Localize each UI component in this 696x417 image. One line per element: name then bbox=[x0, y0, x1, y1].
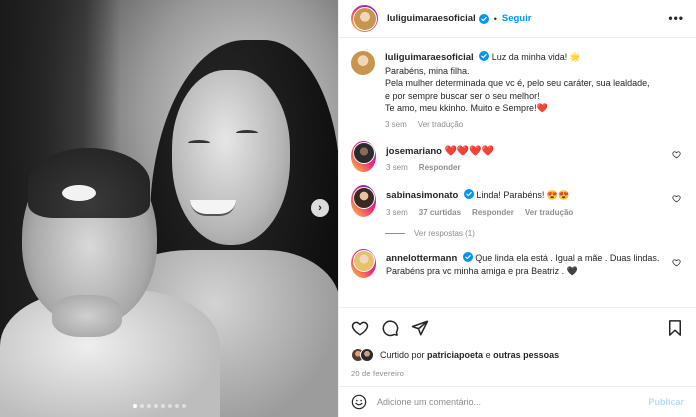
comment: josemariano ❤️❤️❤️❤️ 3 sem Responder bbox=[351, 140, 684, 172]
heart-icon[interactable] bbox=[672, 150, 681, 159]
verified-icon bbox=[478, 13, 489, 24]
verified-icon bbox=[463, 189, 474, 199]
carousel-dot bbox=[154, 404, 158, 408]
comment-likes[interactable]: 37 curtidas bbox=[419, 208, 461, 217]
carousel-dot bbox=[168, 404, 172, 408]
author-avatar-ring[interactable] bbox=[351, 5, 378, 32]
post-date[interactable]: 20 de fevereiro bbox=[351, 369, 684, 378]
reply-button[interactable]: Responder bbox=[419, 163, 461, 172]
verified-icon bbox=[462, 251, 473, 262]
see-translation-link[interactable]: Ver tradução bbox=[525, 208, 573, 217]
author-username[interactable]: luliguimaraesoficial bbox=[387, 13, 476, 24]
avatar[interactable] bbox=[352, 6, 377, 31]
liked-by-others[interactable]: outras pessoas bbox=[493, 350, 559, 360]
carousel-dot bbox=[140, 404, 144, 408]
photo-woman-face bbox=[172, 70, 290, 245]
comment-text: Linda! Parabéns! 😍😍 bbox=[476, 190, 570, 200]
heart-icon[interactable] bbox=[672, 194, 681, 203]
comment: annelottermann Que linda ela está . Igua… bbox=[351, 248, 684, 278]
carousel-dot bbox=[147, 404, 151, 408]
photo-baby-bow bbox=[62, 185, 96, 201]
carousel-dots bbox=[133, 404, 186, 408]
carousel-dot bbox=[161, 404, 165, 408]
caption-line: Parabéns, mina filha. bbox=[385, 65, 470, 76]
caption-line: Pela mulher determinada que vc é, pelo s… bbox=[385, 78, 650, 88]
carousel-dot bbox=[175, 404, 179, 408]
comment-text: ❤️❤️❤️❤️ bbox=[444, 145, 495, 157]
bookmark-icon[interactable] bbox=[666, 319, 684, 337]
post-header: luliguimaraesoficial • Seguir ••• bbox=[339, 0, 696, 38]
comment-icon[interactable] bbox=[381, 319, 399, 337]
see-translation-link[interactable]: Ver tradução bbox=[418, 120, 463, 129]
liked-by: Curtido por patriciapoeta e outras pesso… bbox=[351, 348, 684, 362]
carousel-dot bbox=[182, 404, 186, 408]
divider bbox=[385, 232, 405, 234]
verified-icon bbox=[479, 51, 490, 61]
publish-button[interactable]: Publicar bbox=[648, 397, 684, 407]
more-options-icon[interactable]: ••• bbox=[668, 12, 684, 24]
heart-icon[interactable] bbox=[351, 319, 369, 337]
post-modal: › luliguimaraesoficial • Seguir ••• luli… bbox=[0, 0, 696, 417]
avatar[interactable] bbox=[352, 142, 375, 164]
caption-username[interactable]: luliguimaraesoficial bbox=[385, 52, 474, 63]
post-side-panel: luliguimaraesoficial • Seguir ••• luligu… bbox=[338, 0, 696, 417]
comment: sabinasimonato Linda! Parabéns! 😍😍 3 sem… bbox=[351, 185, 684, 217]
comment-username[interactable]: sabinasimonato bbox=[386, 190, 458, 201]
caption: luliguimaraesoficial Luz da minha vida! … bbox=[351, 51, 684, 129]
avatar[interactable] bbox=[352, 186, 375, 209]
send-icon[interactable] bbox=[411, 319, 429, 337]
comment-input[interactable] bbox=[377, 397, 649, 407]
heart-icon[interactable] bbox=[672, 258, 681, 267]
chevron-right-icon: › bbox=[318, 202, 322, 214]
caption-line: Te amo, meu kkinho. Muito e Sempre!❤️ bbox=[385, 103, 548, 113]
liked-by-user[interactable]: patriciapoeta bbox=[427, 350, 483, 360]
add-comment-bar: Publicar bbox=[339, 386, 696, 417]
comments-list[interactable]: luliguimaraesoficial Luz da minha vida! … bbox=[339, 39, 696, 307]
follow-button[interactable]: Seguir bbox=[502, 13, 532, 24]
caption-line: e por sempre buscar ser o seu melhor! bbox=[385, 90, 540, 101]
next-photo-button[interactable]: › bbox=[311, 199, 329, 217]
smiley-icon[interactable] bbox=[351, 394, 367, 410]
comment-time[interactable]: 3 sem bbox=[386, 163, 408, 172]
post-photo[interactable]: › bbox=[0, 0, 338, 417]
avatar[interactable] bbox=[360, 348, 374, 362]
comment-username[interactable]: annelottermann bbox=[386, 253, 457, 264]
avatar[interactable] bbox=[352, 250, 375, 272]
comment-time[interactable]: 3 sem bbox=[386, 208, 408, 217]
separator-dot: • bbox=[493, 13, 497, 24]
view-replies-button[interactable]: Ver respostas (1) bbox=[385, 229, 684, 238]
caption-line: Luz da minha vida! 🌟 bbox=[491, 52, 581, 62]
avatar[interactable] bbox=[351, 51, 375, 75]
post-actions: Curtido por patriciapoeta e outras pesso… bbox=[339, 307, 696, 378]
caption-time[interactable]: 3 sem bbox=[385, 120, 407, 129]
reply-button[interactable]: Responder bbox=[472, 208, 514, 217]
carousel-dot bbox=[133, 404, 137, 408]
comment-username[interactable]: josemariano bbox=[386, 146, 442, 157]
